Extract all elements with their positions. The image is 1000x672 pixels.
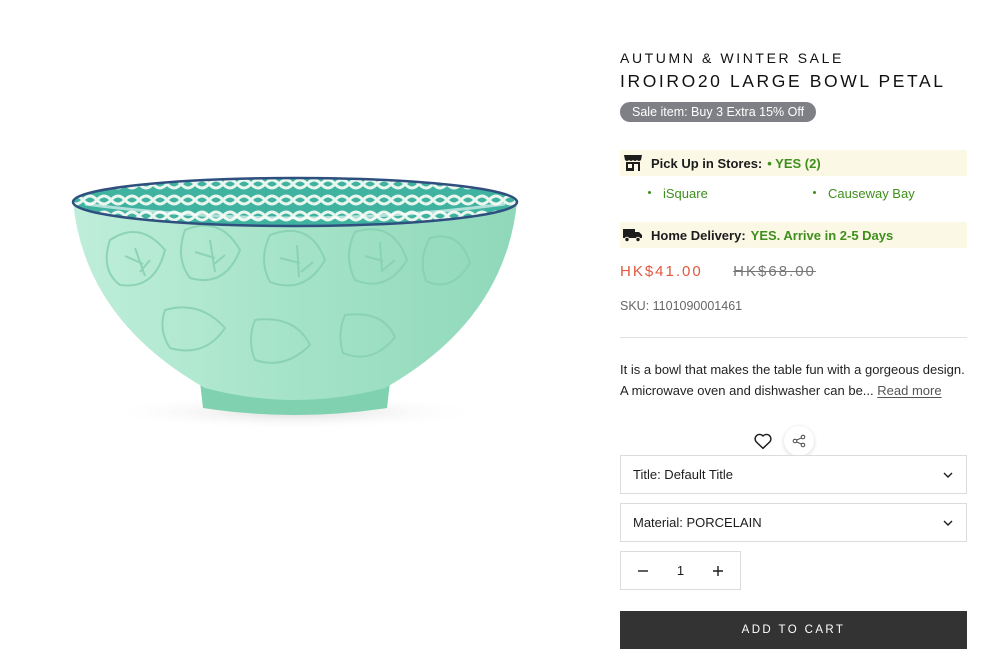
pickup-label: Pick Up in Stores: [651, 155, 763, 171]
chevron-down-icon [942, 469, 954, 481]
product-image[interactable] [55, 160, 535, 440]
sale-price: HK$41.00 [620, 263, 703, 280]
collection-label: AUTUMN & WINTER SALE [620, 50, 844, 66]
store-name: Causeway Bay [828, 186, 915, 201]
quantity-stepper: 1 [620, 551, 741, 590]
truck-icon [623, 226, 643, 244]
select-label: Title: Default Title [633, 467, 733, 482]
product-gallery [0, 0, 600, 672]
product-title: IROIRO20 LARGE BOWL PETAL [620, 71, 946, 91]
list-item: iSquare [648, 186, 708, 201]
heart-icon[interactable] [752, 430, 774, 452]
quantity-input[interactable]: 1 [677, 563, 684, 578]
delivery-label: Home Delivery: [651, 227, 746, 243]
minus-icon[interactable] [621, 552, 665, 589]
read-more-link[interactable]: Read more [877, 383, 941, 398]
compare-price: HK$68.00 [733, 263, 816, 280]
pickup-value: • YES (2) [767, 155, 821, 171]
product-description: It is a bowl that makes the table fun wi… [620, 359, 967, 401]
delivery-availability: Home Delivery: YES. Arrive in 2-5 Days [620, 222, 967, 248]
delivery-value: YES. Arrive in 2-5 Days [750, 227, 894, 243]
store-icon [623, 154, 643, 172]
material-select[interactable]: Material: PORCELAIN [620, 503, 967, 542]
store-list: iSquare Causeway Bay [620, 186, 967, 204]
share-icon [792, 434, 806, 448]
share-button[interactable] [784, 426, 814, 456]
plus-icon[interactable] [696, 552, 740, 589]
sale-badge: Sale item: Buy 3 Extra 15% Off [620, 102, 817, 122]
sku: SKU: 1101090001461 [620, 299, 743, 313]
price-row: HK$41.00 HK$68.00 [620, 263, 816, 281]
bullet-icon [813, 191, 816, 195]
store-name: iSquare [663, 186, 708, 201]
select-label: Material: PORCELAIN [633, 515, 762, 530]
pickup-availability: Pick Up in Stores: • YES (2) [620, 150, 967, 176]
bullet-icon [648, 191, 651, 195]
add-to-cart-button[interactable]: ADD TO CART [620, 611, 967, 649]
chevron-down-icon [942, 517, 954, 529]
divider [620, 337, 967, 338]
title-select[interactable]: Title: Default Title [620, 455, 967, 494]
list-item: Causeway Bay [813, 186, 915, 201]
